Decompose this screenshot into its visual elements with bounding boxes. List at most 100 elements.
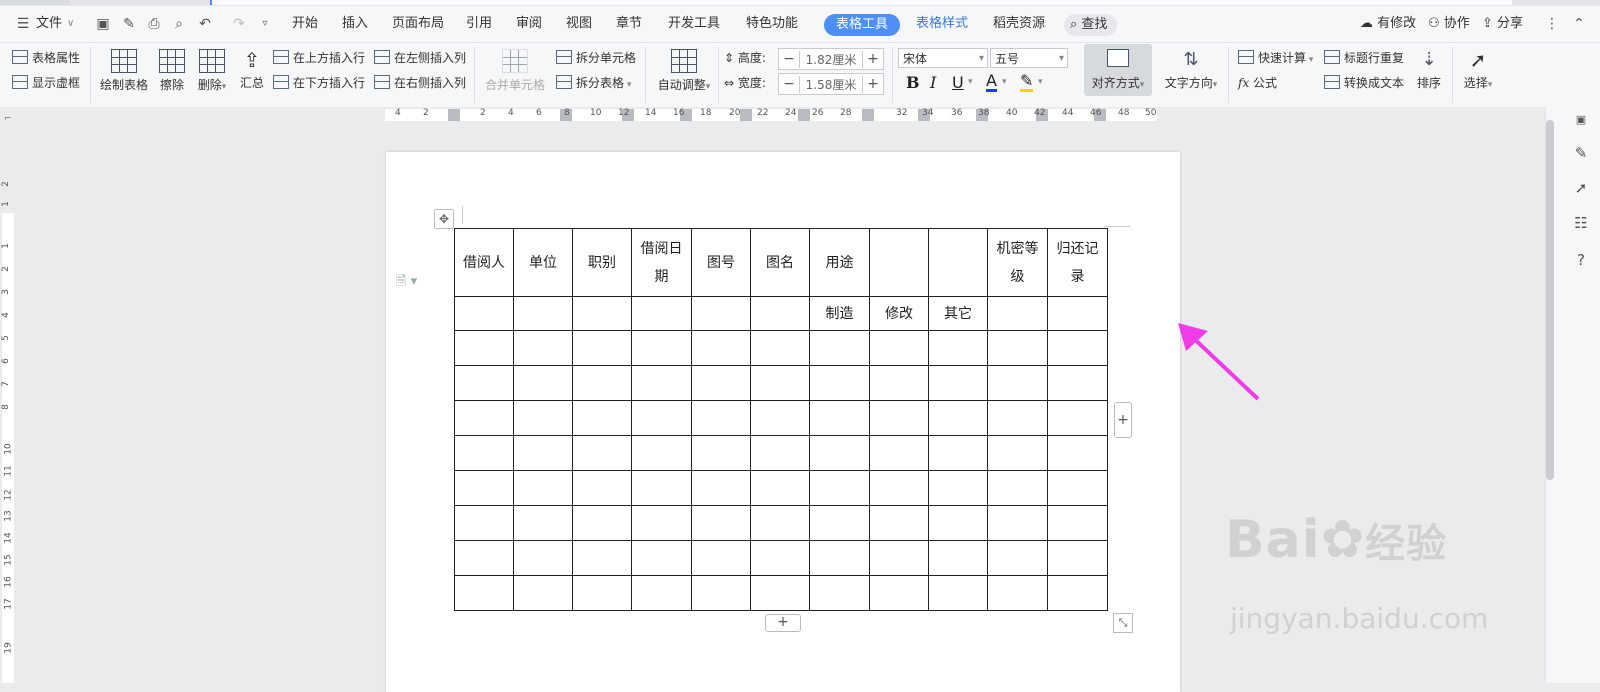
table-cell[interactable] [572,470,632,506]
print-icon[interactable]: ⎙ [145,15,163,33]
table-cell[interactable] [1047,365,1108,401]
table-cell[interactable] [513,575,573,611]
table-cell[interactable] [1047,505,1108,541]
table-cell[interactable] [513,435,573,471]
table-cell[interactable] [750,365,810,401]
table-cell[interactable] [631,330,692,366]
table-cell[interactable] [928,400,988,436]
table-cell[interactable] [572,505,632,541]
italic-button[interactable]: I [930,73,936,92]
ruler-column-marker[interactable] [798,109,810,121]
table-cell[interactable] [869,365,929,401]
search-button[interactable]: ⌕ 查找 [1064,14,1118,36]
table-cell[interactable] [631,435,692,471]
table-resize-handle-icon[interactable]: ⤡ [1113,613,1133,633]
convert-to-text-button[interactable]: 转换成文本 [1324,73,1404,93]
table-cell[interactable] [691,435,751,471]
table-cell[interactable] [513,505,573,541]
table-cell[interactable] [691,470,751,506]
table-cell[interactable] [928,435,988,471]
underline-dropdown-icon[interactable]: ▾ [968,77,973,87]
table-cell[interactable] [454,540,514,576]
table-cell[interactable] [1047,575,1108,611]
table-header-cell[interactable]: 职别 [572,228,632,297]
table-cell[interactable] [809,470,870,506]
table-cell[interactable] [513,400,573,436]
table-cell[interactable] [631,540,692,576]
table-cell[interactable]: 修改 [869,296,929,331]
font-family-select[interactable]: 宋体 [898,48,988,69]
table-cell[interactable]: 制造 [809,296,870,331]
more-options-icon[interactable]: ⋮ [1543,15,1561,33]
row-height-stepper[interactable]: − 1.82厘米 + [778,48,884,70]
alignment-button[interactable]: 对齐方式▾ [1084,49,1152,91]
table-cell[interactable] [809,575,870,611]
table-cell[interactable] [928,575,988,611]
column-width-decrease-button[interactable]: − [779,76,799,92]
table-cell[interactable] [691,575,751,611]
table-cell[interactable] [809,365,870,401]
table-cell[interactable] [928,540,988,576]
add-column-button[interactable]: + [1114,402,1132,438]
insert-column-left-button[interactable]: 在左侧插入列 [374,48,466,68]
summary-button[interactable]: ⇪ 汇总 [238,49,266,91]
table-cell[interactable] [572,575,632,611]
insert-row-below-button[interactable]: 在下方插入行 [273,73,365,93]
table-cell[interactable] [809,435,870,471]
table-header-cell[interactable] [928,228,988,297]
table-cell[interactable] [928,470,988,506]
table-cell[interactable] [869,540,929,576]
panel-save-icon[interactable]: ▣ [1571,110,1591,130]
table-cell[interactable] [454,505,514,541]
table-cell[interactable] [1047,400,1108,436]
autofit-button[interactable]: 自动调整▾ [652,49,716,93]
table-cell[interactable] [750,296,810,331]
split-table-button[interactable]: 拆分表格 ▾ [556,73,631,93]
tab-chapter[interactable]: 章节 [616,6,642,42]
print-preview-icon[interactable]: ⌕ [170,15,188,33]
quick-access-dropdown-icon[interactable]: ▿ [256,15,274,33]
table-cell[interactable] [572,296,632,331]
window-tab-inactive[interactable] [0,0,70,5]
table-cell[interactable] [454,296,514,331]
table-cell[interactable] [987,470,1048,506]
table-cell[interactable] [691,330,751,366]
table-cell[interactable] [454,575,514,611]
insert-row-above-button[interactable]: 在上方插入行 [273,48,365,68]
select-cursor-icon[interactable]: ➚ [1571,178,1591,198]
font-color-button[interactable]: A [986,73,997,92]
table-cell[interactable] [631,575,692,611]
tab-review[interactable]: 审阅 [516,6,542,42]
table-move-handle-icon[interactable]: ✥ [434,209,454,229]
borrowing-record-table[interactable]: 借阅人 单位 职别 借阅日期 图号 图名 用途 机密等级 归还记录 制造 修改 … [454,228,1108,611]
vertical-ruler[interactable]: 2 1 1 2 3 4 5 6 7 8 10 11 12 13 14 15 16… [0,123,16,683]
split-cells-button[interactable]: 拆分单元格 [556,48,636,68]
delete-button[interactable]: 删除▾ [192,49,232,93]
quick-calc-button[interactable]: 快速计算 ▾ [1238,48,1313,68]
table-cell[interactable] [869,330,929,366]
column-width-increase-button[interactable]: + [863,76,883,92]
table-header-cell[interactable]: 图号 [691,228,751,297]
table-cell[interactable] [513,330,573,366]
row-height-increase-button[interactable]: + [863,51,883,67]
table-cell[interactable] [869,435,929,471]
tab-docer-resources[interactable]: 稻壳资源 [993,6,1045,42]
table-cell[interactable] [987,575,1048,611]
merge-cells-button[interactable]: 合并单元格 [484,49,546,93]
edit-pen-icon[interactable]: ✎ [1571,143,1591,163]
tab-developer[interactable]: 开发工具 [668,6,720,42]
table-cell[interactable] [1047,435,1108,471]
formula-button[interactable]: fx 公式 [1238,73,1277,93]
table-cell[interactable] [513,365,573,401]
table-cell[interactable] [750,540,810,576]
underline-button[interactable]: U [952,73,964,92]
draw-table-button[interactable]: 绘制表格 [98,49,150,93]
table-cell[interactable] [987,330,1048,366]
table-cell[interactable] [928,365,988,401]
table-cell[interactable] [928,505,988,541]
table-header-cell[interactable]: 用途 [809,228,870,297]
table-cell[interactable] [454,330,514,366]
table-cell[interactable] [572,400,632,436]
table-cell[interactable] [809,505,870,541]
tab-table-style[interactable]: 表格样式 [916,6,968,42]
